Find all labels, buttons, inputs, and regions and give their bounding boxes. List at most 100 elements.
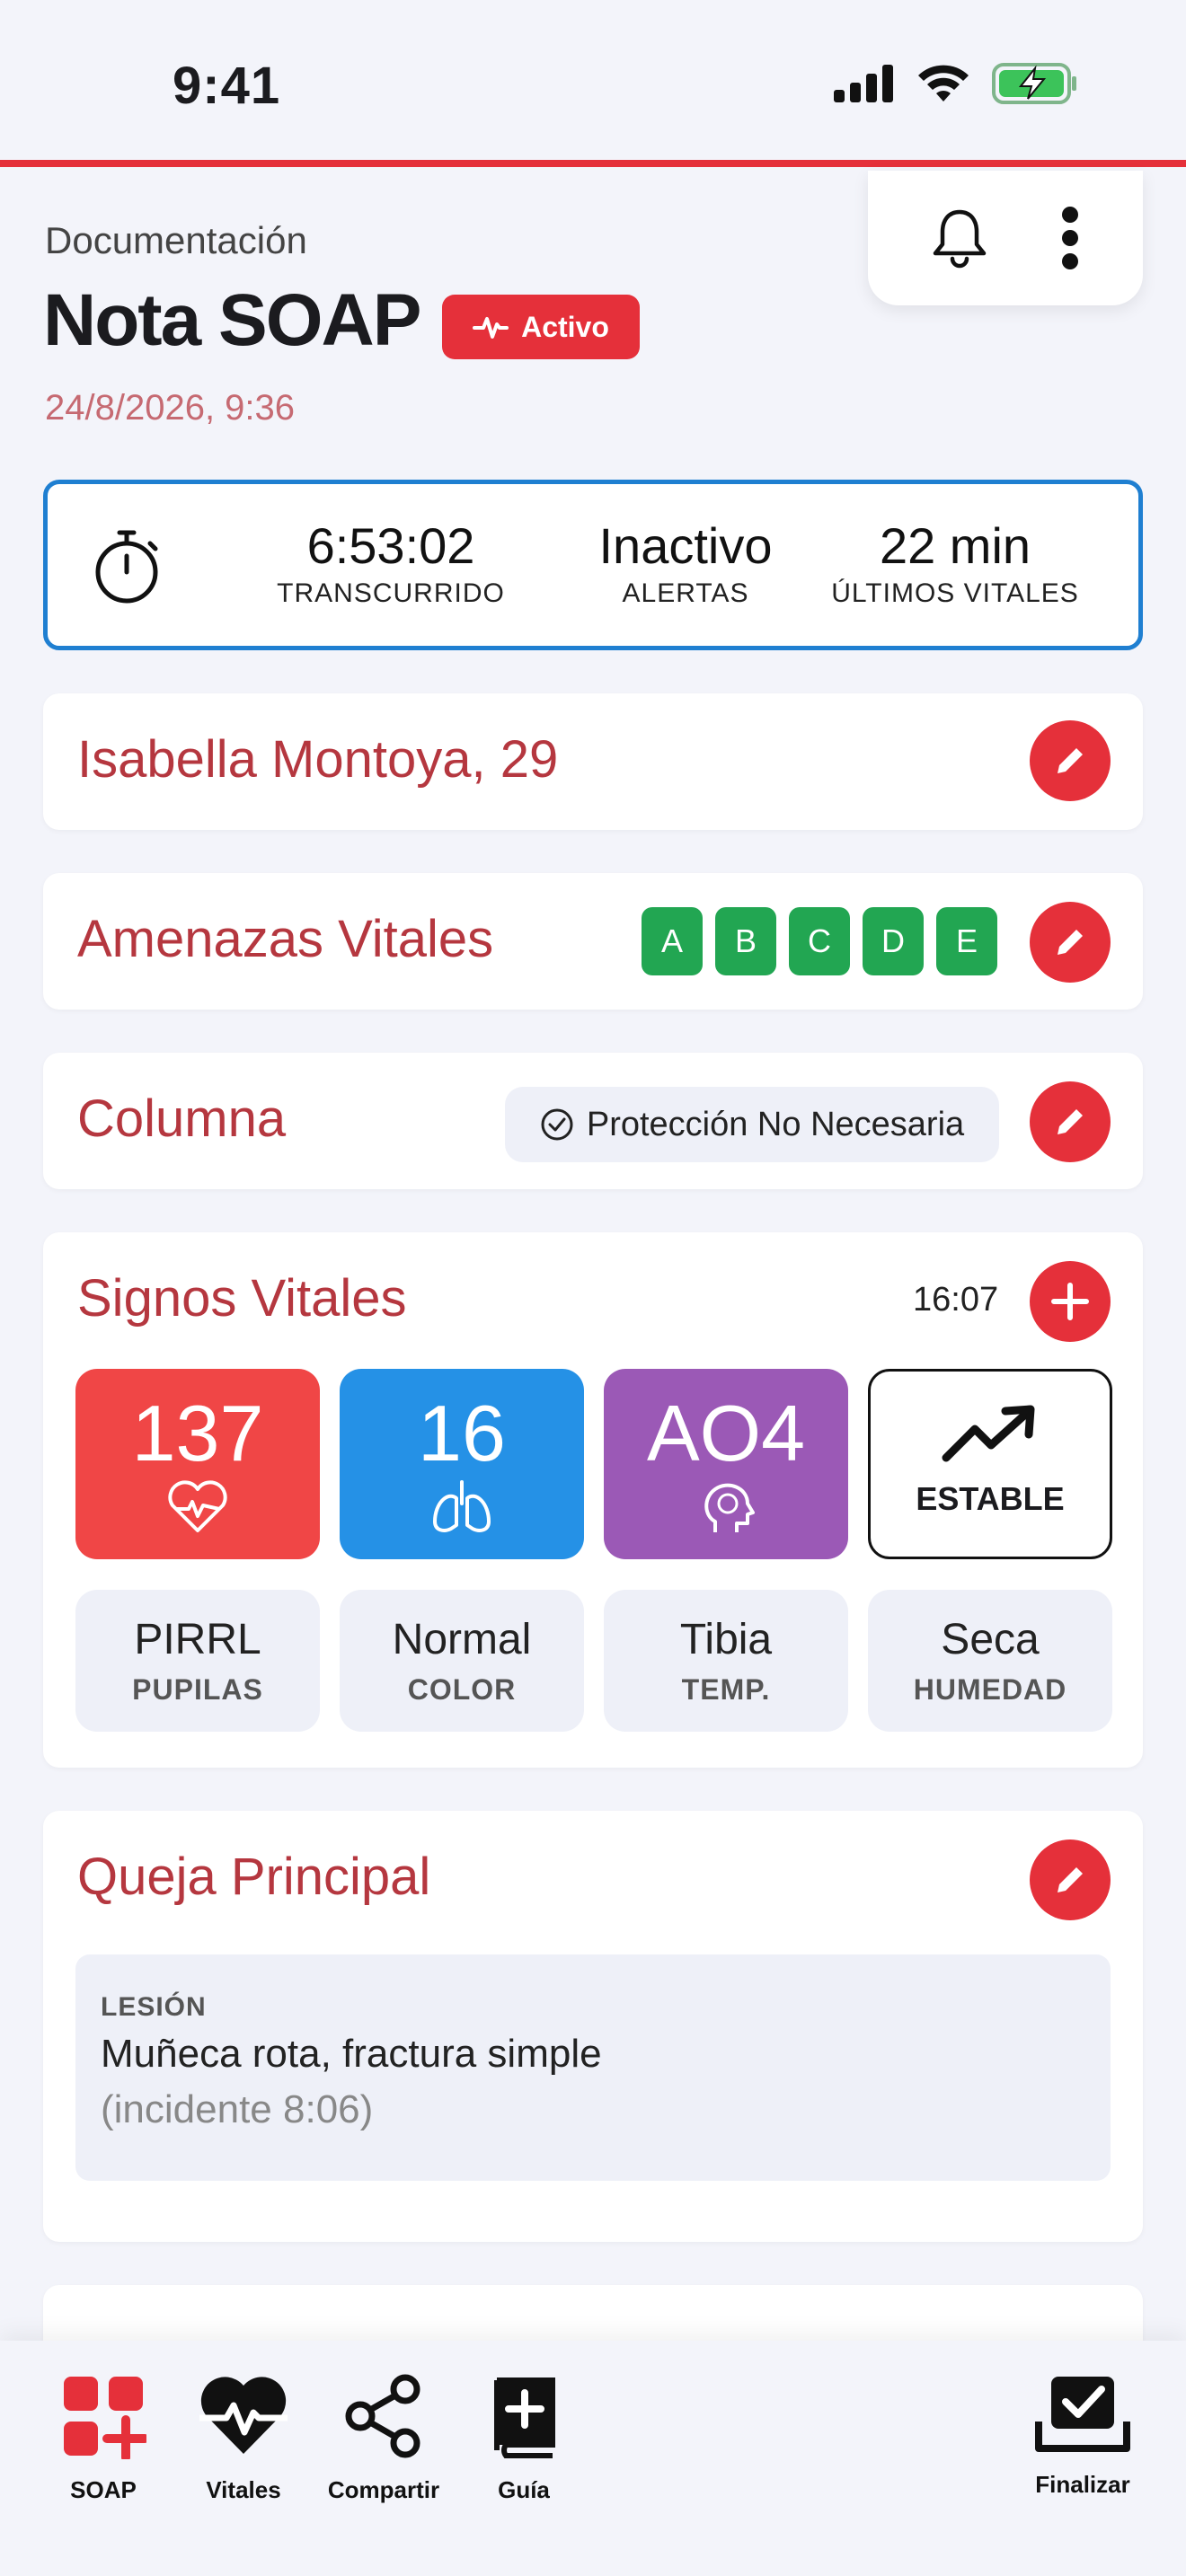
check-circle-icon (541, 1108, 573, 1141)
elapsed-stat: 6:53:02 TRANSCURRIDO (256, 516, 526, 609)
finish-button[interactable]: Finalizar (1015, 2373, 1150, 2499)
abcde-badge-c: C (789, 907, 850, 975)
page-title: Nota SOAP (43, 279, 421, 361)
complaint-card: Queja Principal LESIÓN Muñeca rota, frac… (43, 1811, 1143, 2242)
pulse-icon (473, 317, 509, 339)
elapsed-label: TRANSCURRIDO (277, 578, 505, 608)
last-vitals-stat: 22 min ÚLTIMOS VITALES (811, 516, 1099, 609)
complaint-title: Queja Principal (77, 1848, 431, 1906)
complaint-subtext: (incidente 8:06) (101, 2087, 374, 2131)
alerts-value: Inactivo (598, 517, 773, 574)
guide-book-icon (494, 2378, 555, 2458)
complaint-text: Muñeca rota, fractura simple (101, 2032, 602, 2076)
elapsed-value: 6:53:02 (306, 517, 475, 574)
trend-tile[interactable]: ESTABLE (868, 1369, 1112, 1559)
soap-grid-icon (64, 2377, 149, 2462)
pencil-icon (1058, 1867, 1083, 1892)
avpu-tile[interactable]: AO4 (604, 1369, 848, 1559)
resp-rate-value: 16 (418, 1389, 506, 1478)
skin-color-label: COLOR (407, 1673, 517, 1706)
nav-label-vitals: Vitales (206, 2476, 281, 2503)
edit-threats-button[interactable] (1030, 902, 1111, 983)
vitals-card: Signos Vitales 16:07 137 16 AO4 ESTABLE … (43, 1232, 1143, 1768)
heart-rate-value: 137 (131, 1389, 264, 1478)
pupils-value: PIRRL (134, 1616, 261, 1663)
complaint-box[interactable]: LESIÓN Muñeca rota, fractura simple (inc… (75, 1954, 1111, 2181)
abcde-badge-a: A (642, 907, 703, 975)
threats-card[interactable]: Amenazas Vitales A B C D E (43, 873, 1143, 1010)
trending-up-icon (942, 1405, 1035, 1462)
skin-color-tile[interactable]: Normal COLOR (340, 1590, 584, 1732)
finish-label: Finalizar (1035, 2471, 1130, 2498)
header-date: 24/8/2026, 9:36 (45, 388, 296, 428)
trend-label: ESTABLE (916, 1480, 1065, 1517)
last-vitals-label: ÚLTIMOS VITALES (831, 578, 1079, 608)
threats-title: Amenazas Vitales (77, 910, 494, 968)
patient-card[interactable]: Isabella Montoya, 29 (43, 693, 1143, 830)
avpu-value: AO4 (646, 1389, 806, 1478)
resp-rate-tile[interactable]: 16 (340, 1369, 584, 1559)
spine-status-pill: Protección No Necesaria (505, 1087, 999, 1162)
skin-moisture-value: Seca (941, 1616, 1040, 1663)
nav-item-vitals[interactable]: Vitales (176, 2373, 311, 2504)
brain-head-icon (704, 1483, 755, 1532)
stopwatch-icon (95, 530, 158, 604)
pencil-icon (1058, 748, 1083, 773)
abcde-badge-b: B (715, 907, 776, 975)
nav-label-soap: SOAP (70, 2476, 137, 2503)
battery-charging-icon (992, 63, 1076, 104)
skin-temp-value: Tibia (679, 1616, 773, 1663)
spine-card[interactable]: Columna Protección No Necesaria (43, 1053, 1143, 1189)
heart-pulse-icon (199, 2377, 288, 2454)
vitals-time: 16:07 (913, 1281, 999, 1319)
header-subtitle: Documentación (45, 219, 307, 261)
more-vertical-icon[interactable] (1059, 206, 1081, 270)
pupils-label: PUPILAS (132, 1673, 263, 1706)
heart-rate-tile[interactable]: 137 (75, 1369, 320, 1559)
heart-pulse-icon (168, 1480, 227, 1532)
patient-name: Isabella Montoya, 29 (77, 730, 559, 789)
checkbox-tray-icon (1035, 2377, 1130, 2452)
share-icon (345, 2374, 420, 2458)
abcde-badge-e: E (936, 907, 997, 975)
nav-label-guide: Guía (498, 2476, 550, 2503)
edit-patient-button[interactable] (1030, 720, 1111, 801)
pupils-tile[interactable]: PIRRL PUPILAS (75, 1590, 320, 1732)
edit-complaint-button[interactable] (1030, 1839, 1111, 1920)
status-badge: Activo (442, 295, 640, 359)
pencil-icon (1058, 1109, 1083, 1134)
edit-spine-button[interactable] (1030, 1081, 1111, 1162)
nav-label-share: Compartir (327, 2476, 440, 2503)
abcde-badge-d: D (863, 907, 924, 975)
vitals-title: Signos Vitales (77, 1269, 407, 1328)
alerts-stat: Inactivo ALERTAS (551, 516, 820, 609)
pencil-icon (1058, 930, 1083, 955)
skin-moisture-label: HUMEDAD (913, 1673, 1067, 1706)
last-vitals-value: 22 min (879, 517, 1031, 574)
add-vitals-button[interactable] (1030, 1261, 1111, 1342)
skin-temp-tile[interactable]: Tibia TEMP. (604, 1590, 848, 1732)
spine-title: Columna (77, 1090, 287, 1148)
bottom-nav: SOAP Vitales Compartir Guía Finalizar (0, 2341, 1186, 2576)
skin-temp-label: TEMP. (681, 1673, 771, 1706)
nav-item-guide[interactable]: Guía (456, 2373, 591, 2504)
spine-status: Protección No Necesaria (586, 1105, 965, 1143)
signal-icon (834, 65, 893, 102)
bell-icon[interactable] (930, 207, 989, 269)
status-icons (834, 63, 1078, 104)
complaint-label: LESIÓN (101, 1992, 207, 2022)
wifi-icon (918, 65, 969, 101)
skin-color-value: Normal (392, 1616, 532, 1663)
status-time: 9:41 (173, 57, 281, 115)
status-badge-label: Activo (521, 310, 609, 343)
timer-card: 6:53:02 TRANSCURRIDO Inactivo ALERTAS 22… (43, 480, 1143, 650)
lungs-icon (433, 1480, 491, 1532)
status-bar: 9:41 (0, 0, 1186, 167)
nav-item-share[interactable]: Compartir (316, 2373, 451, 2504)
nav-item-soap[interactable]: SOAP (36, 2373, 171, 2504)
plus-icon (1051, 1283, 1089, 1320)
abcde-badges: A B C D E (642, 907, 997, 975)
alerts-label: ALERTAS (622, 578, 749, 608)
skin-moisture-tile[interactable]: Seca HUMEDAD (868, 1590, 1112, 1732)
header-actions (868, 171, 1143, 305)
